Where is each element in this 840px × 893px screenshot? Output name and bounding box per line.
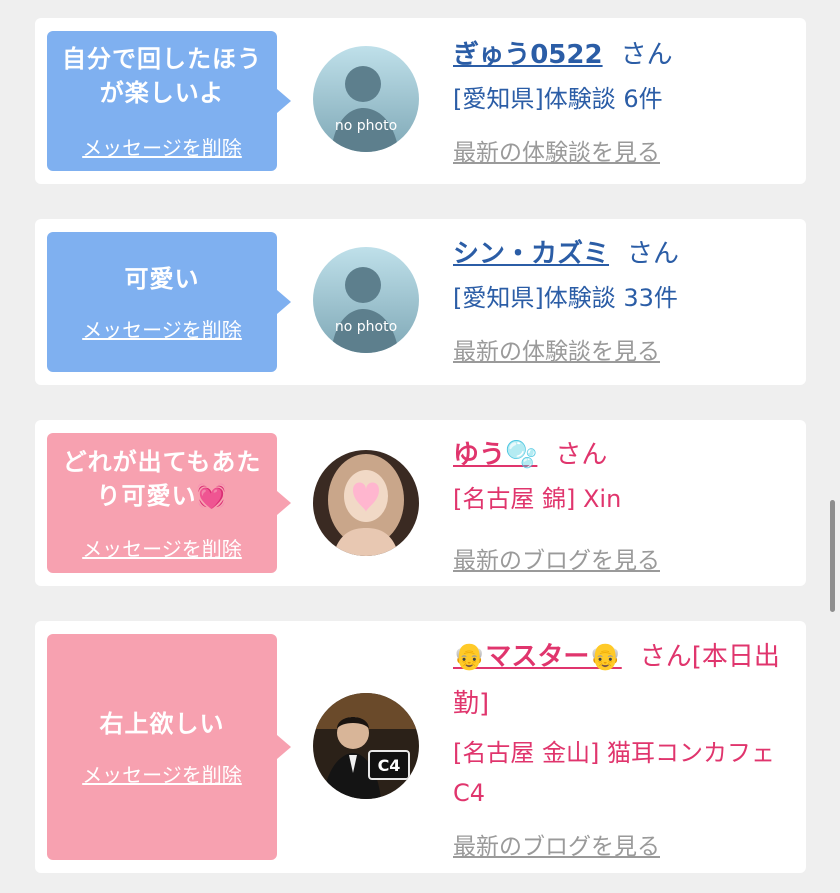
user-info: ぎゅう0522 さん [愛知県]体験談 6件 最新の体験談を見る <box>453 34 794 167</box>
c4-sign-text: C4 <box>378 756 401 775</box>
user-detail: [愛知県]体験談 33件 <box>453 284 678 312</box>
honorific: さん <box>627 239 680 269</box>
latest-post-link[interactable]: 最新の体験談を見る <box>453 332 794 366</box>
message-bubble: 自分で回したほうが楽しいよ メッセージを削除 <box>47 31 291 171</box>
message-bubble: 可愛い メッセージを削除 <box>47 232 291 372</box>
message-bubble: どれが出てもあたり可愛い💓 メッセージを削除 <box>47 433 291 573</box>
message-text: 可愛い <box>124 264 200 293</box>
message-text: 右上欲しい <box>99 709 225 738</box>
user-photo-avatar[interactable]: C4 <box>313 693 419 799</box>
message-card-1: 自分で回したほうが楽しいよ メッセージを削除 no photo ぎゅう0522 さ… <box>35 18 806 184</box>
user-info: シン・カズミ さん [愛知県]体験談 33件 最新の体験談を見る <box>453 233 794 366</box>
message-card-3: どれが出てもあたり可愛い💓 メッセージを削除 ゆう🫧 さん [名古屋 錦] Xin… <box>35 420 806 586</box>
user-name-link[interactable]: 👴マスター👴 <box>453 642 622 672</box>
user-info: ゆう🫧 さん [名古屋 錦] Xin 最新のブログを見る <box>453 434 794 575</box>
no-photo-avatar[interactable]: no photo <box>313 46 419 152</box>
honorific: さん <box>620 40 673 70</box>
latest-post-link[interactable]: 最新のブログを見る <box>453 541 794 575</box>
user-name-link[interactable]: ゆう🫧 <box>453 440 537 470</box>
latest-post-link[interactable]: 最新のブログを見る <box>453 827 794 861</box>
user-info: 👴マスター👴 さん[本日出勤] [名古屋 金山] 猫耳コンカフェ C4 最新のブロ… <box>453 635 794 861</box>
message-card-2: 可愛い メッセージを削除 no photo シン・カズミ さん [愛知県]体験談 … <box>35 219 806 385</box>
user-detail: [愛知県]体験談 6件 <box>453 85 663 113</box>
user-detail: [名古屋 錦] Xin <box>453 485 622 513</box>
user-name-link[interactable]: シン・カズミ <box>453 239 609 269</box>
message-text: どれが出てもあたり可愛い💓 <box>62 447 262 510</box>
user-detail: [名古屋 金山] 猫耳コンカフェ C4 <box>453 739 775 807</box>
message-text: 自分で回したほうが楽しいよ <box>62 44 262 107</box>
message-card-4: 右上欲しい メッセージを削除 C4 👴マスター👴 さん[本日出勤] [名古屋 金山… <box>35 621 806 873</box>
no-photo-avatar[interactable]: no photo <box>313 247 419 353</box>
scrollbar[interactable] <box>830 500 835 612</box>
user-name-link[interactable]: ぎゅう0522 <box>453 40 603 70</box>
delete-message-link[interactable]: メッセージを削除 <box>82 132 242 161</box>
latest-post-link[interactable]: 最新の体験談を見る <box>453 133 794 167</box>
delete-message-link[interactable]: メッセージを削除 <box>82 314 242 343</box>
user-photo-avatar[interactable] <box>313 450 419 556</box>
message-bubble: 右上欲しい メッセージを削除 <box>47 634 291 860</box>
honorific: さん <box>555 440 608 470</box>
delete-message-link[interactable]: メッセージを削除 <box>82 759 242 788</box>
no-photo-label: no photo <box>335 118 397 134</box>
no-photo-label: no photo <box>335 319 397 335</box>
delete-message-link[interactable]: メッセージを削除 <box>82 533 242 562</box>
